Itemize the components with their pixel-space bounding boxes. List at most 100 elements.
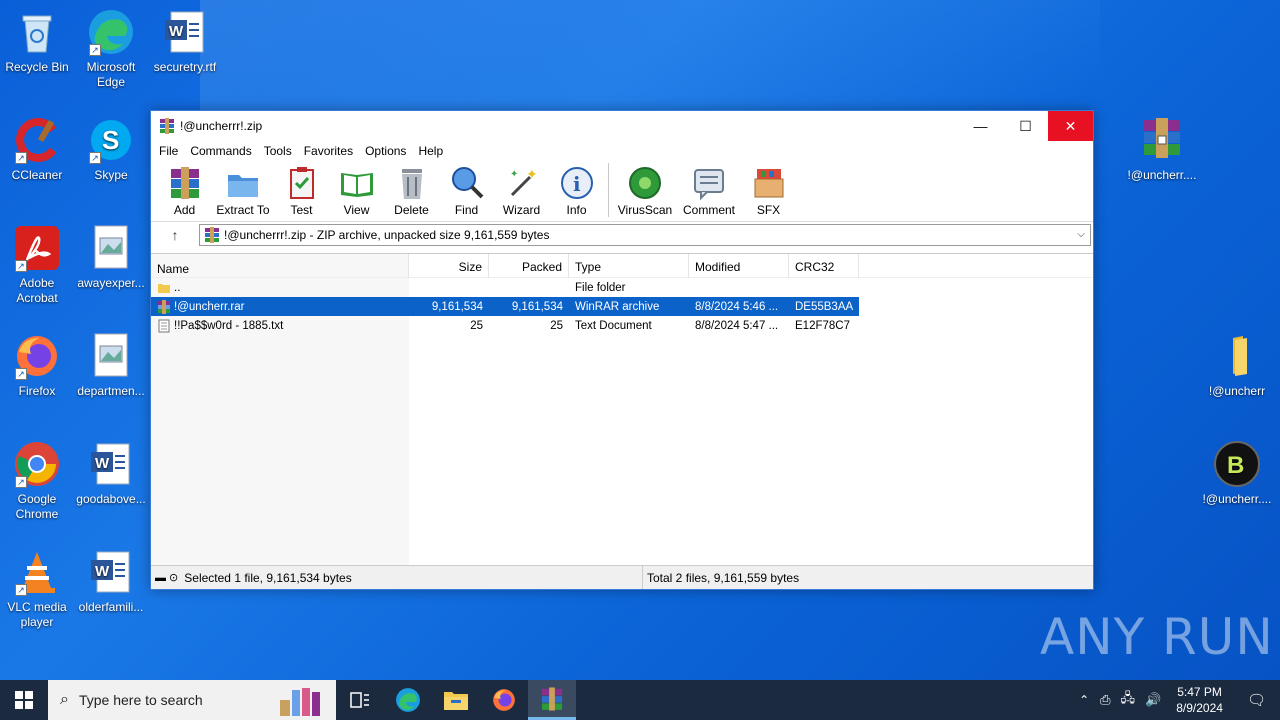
desktop-icon-departmen[interactable]: departmen... <box>74 332 148 399</box>
volume-icon[interactable]: 🔊 <box>1140 692 1166 708</box>
desktop-icon-acrobat[interactable]: ↗ Adobe Acrobat <box>0 224 74 306</box>
sfx-box-icon <box>754 169 783 198</box>
taskbar-winrar[interactable] <box>528 680 576 720</box>
wand-icon: ✦✦ <box>510 167 538 197</box>
column-type[interactable]: Type <box>569 254 689 278</box>
table-row[interactable]: !!Pa$$w0rd - 1885.txt 25 25 Text Documen… <box>151 316 1093 335</box>
table-row[interactable]: .. File folder <box>151 278 1093 297</box>
svg-text:✦: ✦ <box>526 167 538 183</box>
clock-time: 5:47 PM <box>1177 685 1222 699</box>
column-modified[interactable]: Modified <box>689 254 789 278</box>
chevron-up-icon[interactable]: ⌃ <box>1073 693 1095 707</box>
chevron-down-icon[interactable]: ⌵ <box>1072 229 1090 240</box>
edge-icon <box>396 688 420 712</box>
comment-icon <box>694 169 724 201</box>
desktop-icon-uncherr-rar[interactable]: !@uncherr.... <box>1124 116 1200 183</box>
word-doc-icon: W <box>87 440 135 488</box>
virusscan-button[interactable]: VirusScan <box>613 165 677 217</box>
text-file-icon <box>158 319 170 332</box>
desktop-icon-uncherr-folder[interactable]: !@uncherr <box>1200 332 1274 399</box>
delete-button[interactable]: Delete <box>384 165 439 217</box>
maximize-button[interactable]: ☐ <box>1003 111 1048 141</box>
status-selected: Selected 1 file, 9,161,534 bytes <box>184 570 352 585</box>
menu-help[interactable]: Help <box>412 144 449 158</box>
menu-file[interactable]: File <box>153 144 184 158</box>
anyrun-watermark: ANY RUN <box>1040 608 1274 666</box>
menu-options[interactable]: Options <box>359 144 412 158</box>
comment-button[interactable]: Comment <box>677 165 741 217</box>
desktop-icon-ccleaner[interactable]: ↗ CCleaner <box>0 116 74 183</box>
desktop-icon-firefox[interactable]: ↗ Firefox <box>0 332 74 399</box>
menu-favorites[interactable]: Favorites <box>298 144 359 158</box>
taskbar-file-explorer[interactable] <box>432 680 480 720</box>
title-bar[interactable]: !@uncherrr!.zip — ☐ ✕ <box>151 111 1093 141</box>
svg-text:✦: ✦ <box>510 169 518 180</box>
test-button[interactable]: Test <box>274 165 329 217</box>
skype-icon: S ↗ <box>87 116 135 164</box>
address-field[interactable]: !@uncherrr!.zip - ZIP archive, unpacked … <box>199 223 1091 246</box>
find-button[interactable]: Find <box>439 165 494 217</box>
word-doc-icon: W <box>87 548 135 596</box>
file-list[interactable]: Name Size Packed Type Modified CRC32 .. … <box>151 253 1093 565</box>
svg-text:W: W <box>95 563 110 580</box>
desktop-icon-skype[interactable]: S ↗ Skype <box>74 116 148 183</box>
status-total: Total 2 files, 9,161,559 bytes <box>647 570 800 585</box>
shortcut-arrow-icon: ↗ <box>15 368 27 380</box>
winrar-app-icon <box>541 686 563 711</box>
taskbar: ⌕ Type here to search ⌃ ⎙ 🖧 🔊 5:47 PM 8/… <box>0 680 1280 720</box>
up-arrow-icon[interactable]: ↑ <box>151 227 199 243</box>
acrobat-icon: ↗ <box>13 224 61 272</box>
notifications-icon[interactable]: 🗨 <box>1233 691 1280 709</box>
column-packed[interactable]: Packed <box>489 254 569 278</box>
meet-now-icon[interactable]: ⎙ <box>1095 692 1115 708</box>
view-button[interactable]: View <box>329 165 384 217</box>
desktop-icon-label: Adobe Acrobat <box>16 276 58 305</box>
start-button[interactable] <box>0 680 48 720</box>
table-row-selected[interactable]: !@uncherr.rar 9,161,534 9,161,534 WinRAR… <box>151 297 859 316</box>
info-button[interactable]: i Info <box>549 165 604 217</box>
desktop-icon-securetry[interactable]: W securetry.rtf <box>148 8 222 75</box>
add-button[interactable]: Add <box>157 165 212 217</box>
desktop-icon-uncherr-app[interactable]: B !@uncherr.... <box>1200 440 1274 507</box>
desktop-icon-goodabove[interactable]: W goodabove... <box>74 440 148 507</box>
column-size[interactable]: Size <box>409 254 489 278</box>
image-file-icon <box>87 224 135 272</box>
shortcut-arrow-icon: ↗ <box>15 152 27 164</box>
toolbar: Add Extract To Test View Delete Find ✦ ✦ … <box>151 161 1093 221</box>
sfx-button[interactable]: SFX <box>741 165 796 217</box>
extract-to-button[interactable]: Extract To <box>212 165 274 217</box>
bitcoin-app-icon: B <box>1213 440 1261 488</box>
close-button[interactable]: ✕ <box>1048 111 1093 141</box>
add-archive-icon <box>170 167 199 199</box>
file-explorer-icon <box>444 692 468 710</box>
desktop-icon-label: awayexper... <box>77 276 145 290</box>
menu-tools[interactable]: Tools <box>258 144 298 158</box>
desktop-icon-label: Firefox <box>18 384 56 398</box>
minimize-button[interactable]: — <box>958 111 1003 141</box>
extract-folder-icon <box>228 175 258 197</box>
column-crc32[interactable]: CRC32 <box>789 254 859 278</box>
task-view-button[interactable] <box>336 680 384 720</box>
taskbar-edge[interactable] <box>384 680 432 720</box>
column-name[interactable]: Name <box>151 254 409 278</box>
shortcut-arrow-icon: ↗ <box>15 476 27 488</box>
desktop-icon-label: securetry.rtf <box>153 60 217 74</box>
search-box[interactable]: ⌕ Type here to search <box>48 680 336 720</box>
desktop-icon-edge[interactable]: ↗ Microsoft Edge <box>74 8 148 90</box>
menu-commands[interactable]: Commands <box>184 144 257 158</box>
trash-icon <box>401 169 422 199</box>
svg-text:W: W <box>169 23 184 40</box>
desktop-icon-label: Google Chrome <box>15 492 59 521</box>
winrar-window[interactable]: !@uncherrr!.zip — ☐ ✕ File Commands Tool… <box>150 110 1094 590</box>
network-icon[interactable]: 🖧 <box>1116 689 1141 711</box>
wizard-button[interactable]: ✦ ✦ Wizard <box>494 165 549 217</box>
taskbar-firefox[interactable] <box>480 680 528 720</box>
desktop-icon-recycle-bin[interactable]: Recycle Bin <box>0 8 74 75</box>
desktop-icon-olderfamili[interactable]: W olderfamili... <box>74 548 148 615</box>
clock[interactable]: 5:47 PM 8/9/2024 <box>1166 684 1233 716</box>
svg-text:B: B <box>1227 452 1244 479</box>
desktop-icon-awayexper[interactable]: awayexper... <box>74 224 148 291</box>
drive-icon[interactable]: ▬ ⊙ <box>155 571 178 584</box>
desktop-icon-vlc[interactable]: ↗ VLC media player <box>0 548 74 630</box>
desktop-icon-chrome[interactable]: ↗ Google Chrome <box>0 440 74 522</box>
